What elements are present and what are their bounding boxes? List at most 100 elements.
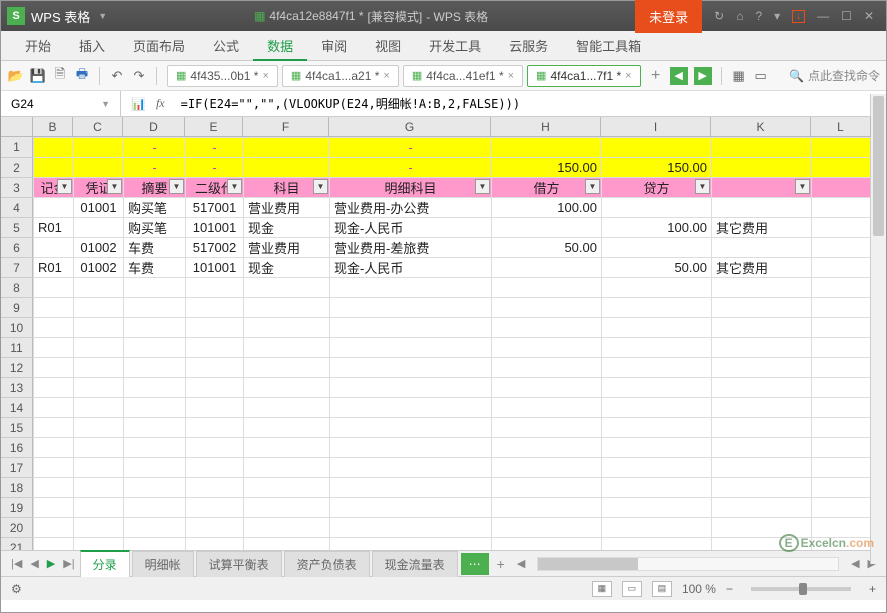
col-header-H[interactable]: H — [491, 117, 601, 137]
cell[interactable] — [34, 138, 74, 158]
new-tab-button[interactable]: + — [647, 67, 665, 85]
cell[interactable] — [602, 458, 712, 478]
cell[interactable]: 记金▼ — [34, 178, 74, 198]
cell[interactable] — [712, 198, 812, 218]
cell[interactable]: - — [186, 158, 244, 178]
cell[interactable] — [602, 138, 712, 158]
cell[interactable] — [812, 398, 872, 418]
cell[interactable] — [492, 318, 602, 338]
cell[interactable] — [124, 278, 186, 298]
cell[interactable] — [34, 278, 74, 298]
cell[interactable] — [492, 478, 602, 498]
cell[interactable] — [712, 298, 812, 318]
cell[interactable] — [244, 138, 330, 158]
cell[interactable] — [34, 418, 74, 438]
cell[interactable] — [812, 478, 872, 498]
cell[interactable] — [812, 258, 872, 278]
col-header-D[interactable]: D — [123, 117, 185, 137]
cell[interactable] — [74, 378, 124, 398]
cell[interactable] — [602, 498, 712, 518]
cell[interactable] — [330, 378, 492, 398]
row-header-6[interactable]: 6 — [1, 238, 33, 258]
cell[interactable]: 150.00 — [492, 158, 602, 178]
cell[interactable]: 车费 — [124, 258, 186, 278]
cell[interactable] — [244, 418, 330, 438]
cell[interactable] — [602, 398, 712, 418]
cell[interactable] — [492, 498, 602, 518]
cell[interactable] — [34, 498, 74, 518]
select-all-corner[interactable] — [1, 117, 33, 137]
cell[interactable] — [244, 478, 330, 498]
cell[interactable]: 凭证▼ — [74, 178, 124, 198]
cell[interactable] — [186, 298, 244, 318]
cell[interactable] — [602, 338, 712, 358]
col-header-I[interactable]: I — [601, 117, 711, 137]
row-header-16[interactable]: 16 — [1, 438, 33, 458]
row-header-5[interactable]: 5 — [1, 218, 33, 238]
open-icon[interactable]: 📂 — [7, 67, 25, 85]
menu-数据[interactable]: 数据 — [253, 30, 307, 61]
cell[interactable] — [34, 158, 74, 178]
col-header-C[interactable]: C — [73, 117, 123, 137]
cell[interactable] — [186, 418, 244, 438]
status-settings-icon[interactable]: ⚙ — [11, 582, 22, 596]
filter-button[interactable]: ▼ — [57, 179, 72, 194]
cell[interactable] — [244, 358, 330, 378]
menu-公式[interactable]: 公式 — [199, 30, 253, 61]
cell[interactable] — [74, 278, 124, 298]
cell[interactable] — [74, 298, 124, 318]
cell[interactable] — [74, 498, 124, 518]
cell[interactable]: 现金-人民币 — [330, 258, 492, 278]
cell[interactable] — [492, 518, 602, 538]
filter-button[interactable]: ▼ — [227, 179, 242, 194]
filter-button[interactable]: ▼ — [585, 179, 600, 194]
zoom-out-button[interactable]: − — [726, 582, 733, 596]
cell[interactable] — [492, 338, 602, 358]
close-button[interactable]: ✕ — [864, 9, 874, 23]
cell[interactable] — [330, 458, 492, 478]
doc-tab[interactable]: ▦4f4ca1...a21 *× — [282, 65, 399, 87]
cell[interactable] — [34, 358, 74, 378]
cell[interactable] — [74, 358, 124, 378]
cell[interactable] — [812, 318, 872, 338]
close-tab-icon[interactable]: × — [383, 70, 389, 82]
cell[interactable] — [712, 478, 812, 498]
cell[interactable] — [244, 298, 330, 318]
cell[interactable] — [492, 358, 602, 378]
login-button[interactable]: 未登录 — [635, 0, 702, 33]
refresh-icon[interactable]: ↻ — [714, 9, 724, 23]
cell[interactable] — [124, 398, 186, 418]
cell[interactable] — [124, 498, 186, 518]
cell[interactable] — [74, 418, 124, 438]
doc-tab[interactable]: ▦4f4ca...41ef1 *× — [403, 65, 523, 87]
cell[interactable] — [124, 298, 186, 318]
doc-tab[interactable]: ▦4f435...0b1 *× — [167, 65, 278, 87]
col-header-E[interactable]: E — [185, 117, 243, 137]
cell[interactable]: R01 — [34, 258, 74, 278]
cell[interactable] — [124, 438, 186, 458]
cell[interactable] — [74, 138, 124, 158]
sheet-tab[interactable]: 试算平衡表 — [196, 551, 282, 577]
cell[interactable] — [186, 438, 244, 458]
cell[interactable]: ▼ — [712, 178, 812, 198]
cell[interactable]: 贷方▼ — [602, 178, 712, 198]
cell[interactable] — [74, 538, 124, 551]
cell[interactable] — [492, 378, 602, 398]
cell[interactable] — [602, 438, 712, 458]
cell[interactable]: 517001 — [186, 198, 244, 218]
cell[interactable] — [34, 198, 74, 218]
cell[interactable] — [712, 498, 812, 518]
row-header-13[interactable]: 13 — [1, 378, 33, 398]
col-header-L[interactable]: L — [811, 117, 871, 137]
cell[interactable]: 50.00 — [602, 258, 712, 278]
cell[interactable] — [330, 438, 492, 458]
zoom-in-button[interactable]: + — [869, 582, 876, 596]
tab-prev-button[interactable]: ◀ — [670, 67, 688, 85]
cell[interactable] — [34, 538, 74, 551]
tool-icon-1[interactable]: ▦ — [730, 67, 748, 85]
cell[interactable] — [124, 358, 186, 378]
cell[interactable] — [492, 418, 602, 438]
cell[interactable] — [330, 358, 492, 378]
cell[interactable] — [186, 338, 244, 358]
tool-icon-2[interactable]: ▭ — [752, 67, 770, 85]
